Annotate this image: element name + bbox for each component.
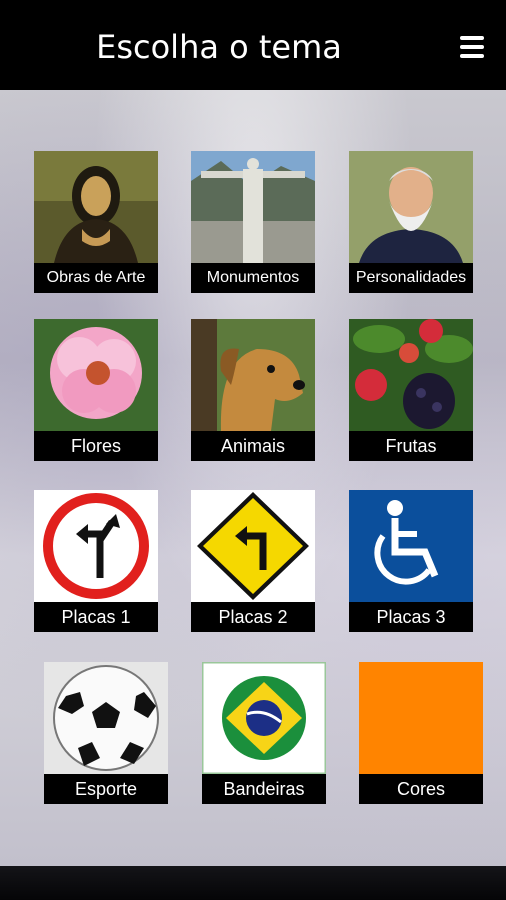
theme-tile-frutas[interactable]: Frutas	[349, 319, 473, 461]
theme-tile-placas-1[interactable]: Placas 1	[34, 490, 158, 632]
theme-tile-obras-de-arte[interactable]: Obras de Arte	[34, 151, 158, 293]
theme-label: Monumentos	[191, 263, 315, 293]
theme-label: Bandeiras	[202, 774, 326, 804]
theme-label: Placas 1	[34, 602, 158, 632]
theme-tile-flores[interactable]: Flores	[34, 319, 158, 461]
page-title: Escolha o tema	[96, 28, 342, 66]
hamburger-menu-icon[interactable]	[460, 36, 484, 58]
left-turn-warning-sign-icon	[191, 490, 315, 602]
theme-tile-animais[interactable]: Animais	[191, 319, 315, 461]
theme-label: Placas 3	[349, 602, 473, 632]
theme-tile-placas-2[interactable]: Placas 2	[191, 490, 315, 632]
berries-icon	[349, 319, 473, 431]
theme-tile-monumentos[interactable]: Monumentos	[191, 151, 315, 293]
theme-tile-esporte[interactable]: Esporte	[44, 662, 168, 804]
theme-label: Esporte	[44, 774, 168, 804]
theme-tile-placas-3[interactable]: Placas 3	[349, 490, 473, 632]
theme-label: Flores	[34, 431, 158, 461]
theme-tile-cores[interactable]: Cores	[359, 662, 483, 804]
bearded-man-portrait-icon	[349, 151, 473, 263]
dog-icon	[191, 319, 315, 431]
mona-lisa-painting-icon	[34, 151, 158, 263]
theme-tile-personalidades[interactable]: Personalidades	[349, 151, 473, 293]
christ-the-redeemer-icon	[191, 151, 315, 263]
no-left-turn-sign-icon	[34, 490, 158, 602]
wheelchair-sign-icon	[349, 490, 473, 602]
theme-label: Personalidades	[349, 263, 473, 293]
theme-label: Cores	[359, 774, 483, 804]
orange-color-square-icon	[359, 662, 483, 774]
theme-label: Obras de Arte	[34, 263, 158, 293]
theme-label: Animais	[191, 431, 315, 461]
bottom-bar	[0, 866, 506, 900]
theme-grid: Obras de Arte Monumentos Personalidades …	[0, 90, 506, 866]
brazil-flag-icon	[202, 662, 326, 774]
header-bar: Escolha o tema	[0, 0, 506, 90]
theme-label: Placas 2	[191, 602, 315, 632]
theme-tile-bandeiras[interactable]: Bandeiras	[202, 662, 326, 804]
theme-label: Frutas	[349, 431, 473, 461]
soccer-ball-icon	[44, 662, 168, 774]
pink-rose-icon	[34, 319, 158, 431]
